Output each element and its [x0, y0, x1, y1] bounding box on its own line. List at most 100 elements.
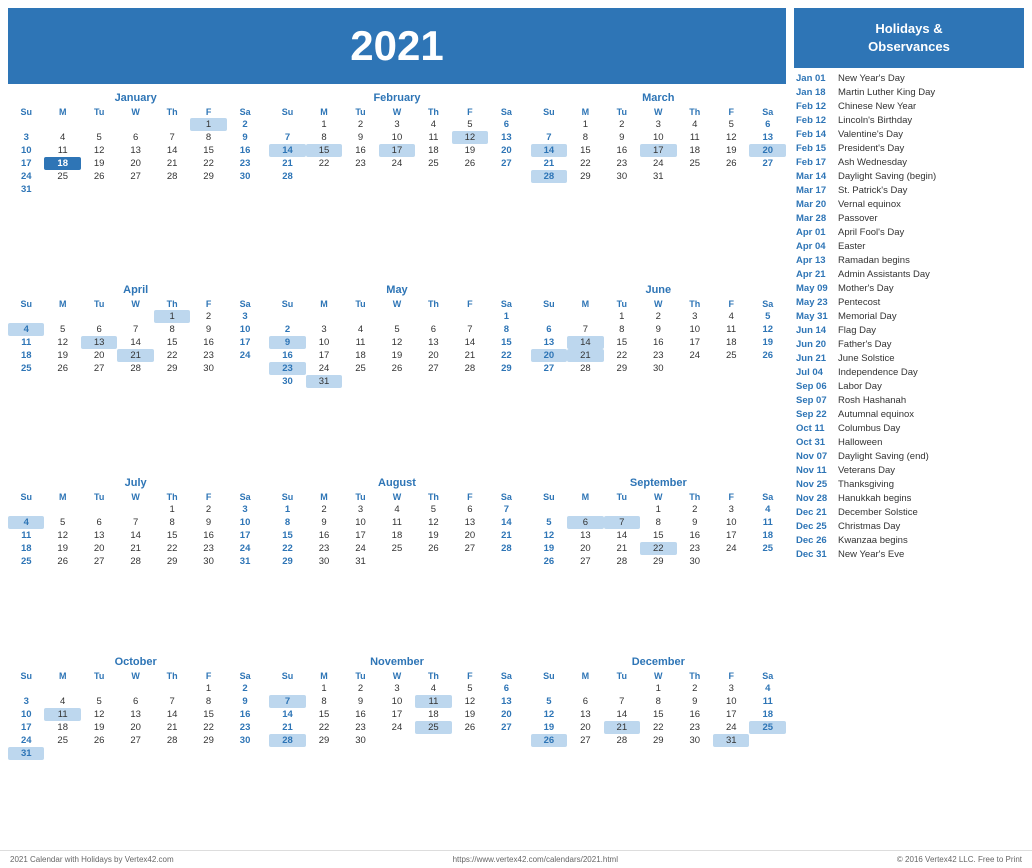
- calendar-day: [452, 375, 488, 388]
- calendar-day: 5: [44, 323, 80, 336]
- calendar-day: 15: [154, 336, 190, 349]
- calendar-day: 7: [452, 323, 488, 336]
- calendar-day: 24: [677, 349, 713, 362]
- day-header: Sa: [488, 670, 525, 682]
- calendar-day: 1: [488, 310, 525, 323]
- month-block-july: JulySuMTuWThFSa1234567891011121314151617…: [8, 477, 263, 650]
- calendar-day: 31: [227, 555, 264, 568]
- calendar-day: 14: [604, 708, 640, 721]
- calendar-day: 26: [81, 170, 117, 183]
- calendar-day: 19: [81, 721, 117, 734]
- day-header: M: [567, 670, 603, 682]
- calendar-day: 21: [154, 157, 190, 170]
- list-item: May 31Memorial Day: [794, 310, 1024, 323]
- calendar-day: 30: [227, 170, 264, 183]
- calendar-day: 1: [640, 682, 676, 695]
- calendar-day: 22: [488, 349, 525, 362]
- calendar-day: 6: [567, 516, 603, 529]
- calendar-day: 28: [452, 362, 488, 375]
- day-header: M: [306, 106, 342, 118]
- calendar-day: 8: [306, 695, 342, 708]
- holiday-date: May 09: [796, 283, 834, 294]
- calendar-day: 24: [8, 734, 44, 747]
- calendar-day: 3: [379, 682, 415, 695]
- calendar-day: 20: [81, 349, 117, 362]
- list-item: Sep 07Rosh Hashanah: [794, 394, 1024, 407]
- calendar-day: 31: [713, 734, 749, 747]
- calendar-table: SuMTuWThFSa12345678910111213141516171819…: [269, 298, 524, 388]
- list-item: Sep 06Labor Day: [794, 380, 1024, 393]
- month-block-december: DecemberSuMTuWThFSa123456789101112131415…: [531, 656, 786, 842]
- holiday-name: Flag Day: [838, 325, 876, 336]
- calendar-day: 16: [640, 336, 676, 349]
- holiday-name: April Fool's Day: [838, 227, 904, 238]
- holiday-date: Mar 17: [796, 185, 834, 196]
- calendar-day: 22: [567, 157, 603, 170]
- holiday-date: Sep 06: [796, 381, 834, 392]
- holiday-date: Dec 25: [796, 521, 834, 532]
- calendar-day: 6: [415, 323, 451, 336]
- day-header: Th: [677, 298, 713, 310]
- day-header: Th: [415, 670, 451, 682]
- calendar-day: 29: [190, 170, 226, 183]
- calendar-day: [81, 747, 117, 760]
- calendar-day: 25: [749, 542, 786, 555]
- calendar-day: 31: [342, 555, 378, 568]
- holiday-name: Martin Luther King Day: [838, 87, 935, 98]
- calendar-day: 7: [269, 131, 305, 144]
- calendar-day: 25: [415, 721, 451, 734]
- calendar-day: [531, 503, 567, 516]
- holiday-name: Daylight Saving (end): [838, 451, 929, 462]
- calendar-day: [488, 170, 525, 183]
- holiday-name: Valentine's Day: [838, 129, 903, 140]
- holiday-date: Oct 31: [796, 437, 834, 448]
- calendar-day: 11: [415, 695, 451, 708]
- calendar-day: 10: [8, 144, 44, 157]
- calendar-day: 21: [269, 721, 305, 734]
- holiday-name: President's Day: [838, 143, 904, 154]
- calendar-day: 26: [452, 157, 488, 170]
- day-header: W: [640, 298, 676, 310]
- calendar-day: 17: [306, 349, 342, 362]
- calendar-day: 11: [342, 336, 378, 349]
- calendar-day: 2: [190, 503, 226, 516]
- day-header: Tu: [604, 298, 640, 310]
- calendar-day: 24: [342, 542, 378, 555]
- day-header: M: [567, 106, 603, 118]
- calendar-day: 8: [269, 516, 305, 529]
- calendar-table: SuMTuWThFSa12345678910111213141516171819…: [531, 298, 786, 375]
- calendar-day: 7: [604, 516, 640, 529]
- month-name: May: [269, 284, 524, 296]
- calendar-day: 19: [749, 336, 786, 349]
- calendar-day: 2: [640, 310, 676, 323]
- day-header: Sa: [749, 106, 786, 118]
- calendar-day: 29: [640, 734, 676, 747]
- day-header: M: [44, 491, 80, 503]
- calendar-day: 27: [488, 157, 525, 170]
- calendar-day: [8, 503, 44, 516]
- calendar-day: 27: [81, 362, 117, 375]
- calendar-day: 11: [749, 695, 786, 708]
- calendar-day: 16: [227, 144, 264, 157]
- calendar-day: 2: [190, 310, 226, 323]
- calendar-day: 17: [677, 336, 713, 349]
- holidays-panel: Holidays &Observances Jan 01New Year's D…: [794, 8, 1024, 842]
- calendar-day: 24: [640, 157, 676, 170]
- calendar-day: [379, 555, 415, 568]
- calendar-table: SuMTuWThFSa12345678910111213141516171819…: [269, 491, 524, 568]
- holiday-date: Feb 14: [796, 129, 834, 140]
- calendar-day: 15: [640, 529, 676, 542]
- calendar-day: 4: [749, 503, 786, 516]
- footer-center: https://www.vertex42.com/calendars/2021.…: [453, 855, 618, 864]
- calendar-day: 18: [44, 157, 80, 170]
- day-header: Su: [269, 106, 305, 118]
- calendar-day: 21: [604, 542, 640, 555]
- holiday-name: Memorial Day: [838, 311, 897, 322]
- calendar-day: 20: [452, 529, 488, 542]
- calendar-day: [415, 375, 451, 388]
- calendar-day: 2: [677, 682, 713, 695]
- calendar-day: [81, 118, 117, 131]
- calendar-day: 26: [415, 542, 451, 555]
- calendar-day: 18: [44, 721, 80, 734]
- calendar-day: [488, 375, 525, 388]
